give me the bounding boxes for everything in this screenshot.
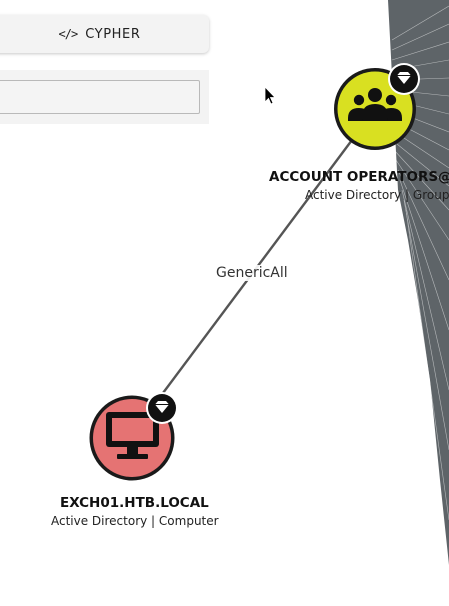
edge-label[interactable]: GenericAll	[214, 265, 290, 281]
computer-node-type: Active Directory | Computer	[51, 514, 219, 528]
cypher-label: CYPHER	[85, 26, 141, 42]
mouse-cursor-icon	[264, 86, 276, 105]
tier-zero-gem-icon	[146, 392, 178, 424]
search-panel	[0, 70, 209, 124]
computer-node-name: EXCH01.HTB.LOCAL	[60, 495, 209, 511]
search-input[interactable]	[0, 80, 200, 114]
group-node-name: ACCOUNT OPERATORS@	[269, 169, 449, 185]
code-icon: </>	[58, 27, 79, 41]
graph-explorer: </> CYPHER GenericAll ACCOUNT OPERATORS@…	[0, 0, 449, 606]
cypher-button[interactable]: </> CYPHER	[0, 15, 209, 53]
group-node-type: Active Directory | Group	[305, 188, 449, 202]
tier-zero-gem-icon	[388, 63, 420, 95]
